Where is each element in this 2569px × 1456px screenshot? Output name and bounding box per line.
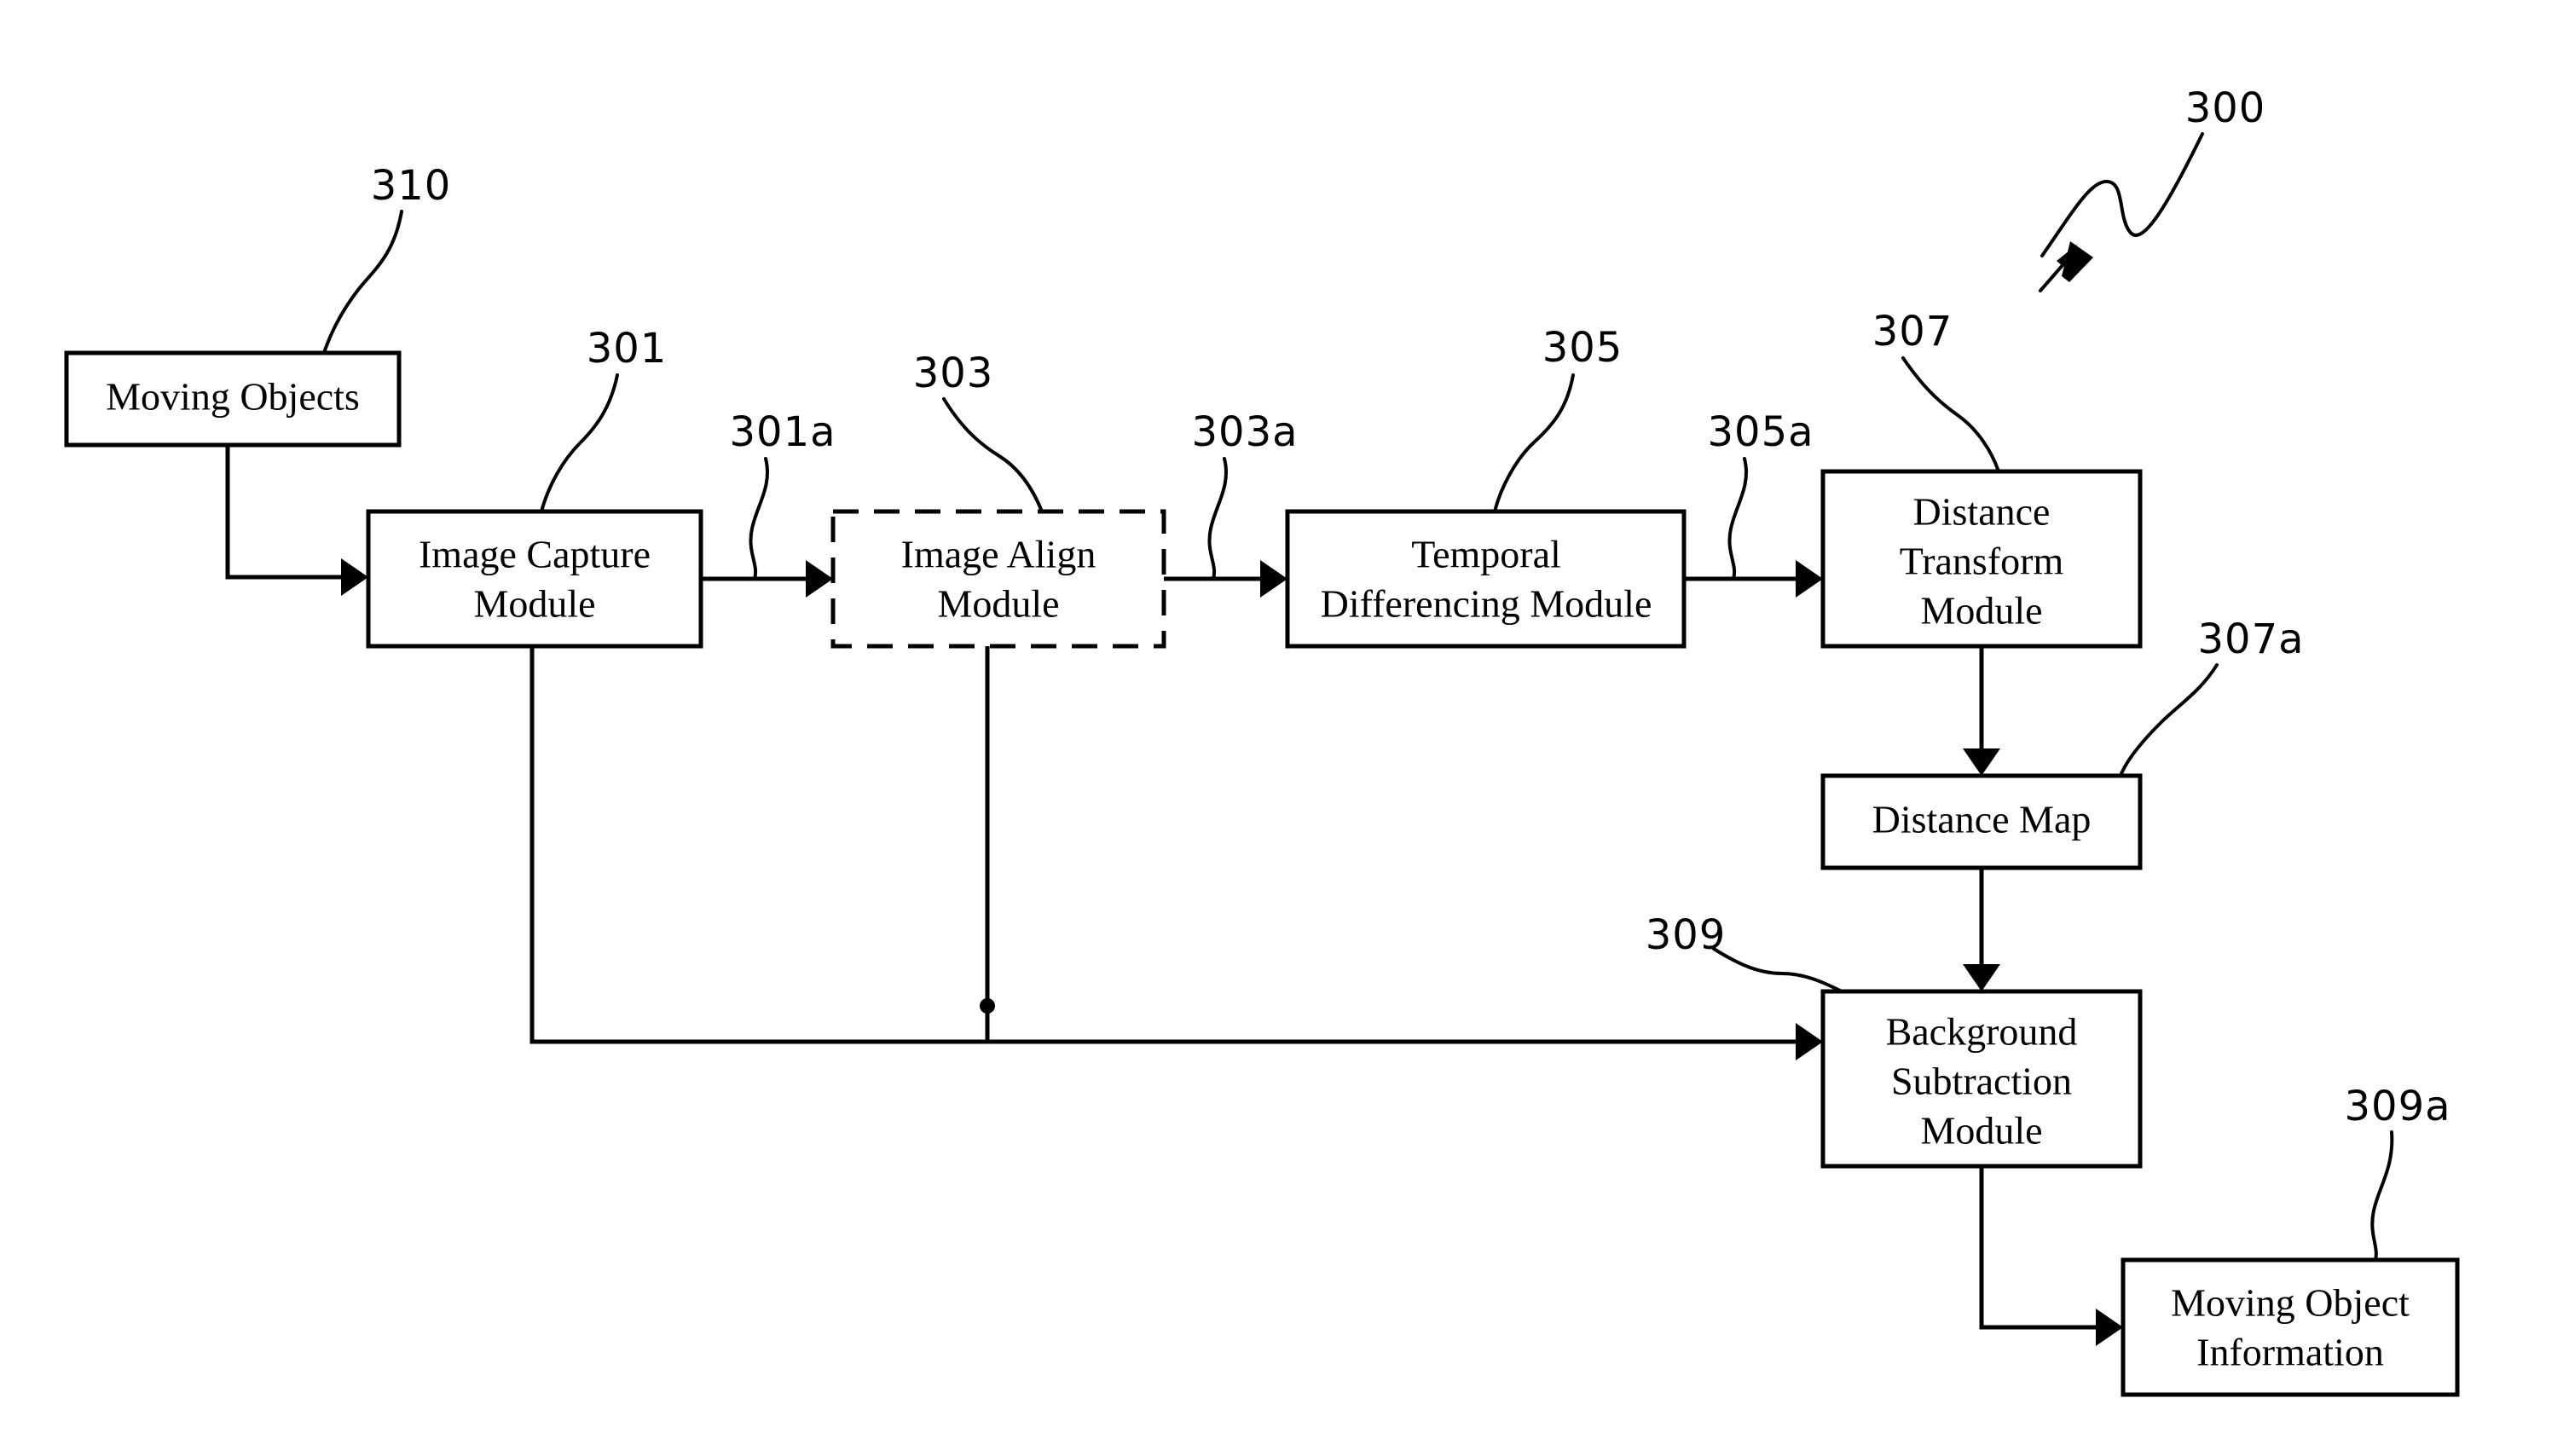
box-distance-transform-module[interactable]: Distance Transform Module xyxy=(1820,469,2143,649)
box-moving-object-information[interactable]: Moving Object Information xyxy=(2121,1257,2460,1397)
reference-number-305: 305 xyxy=(1542,324,1623,372)
connector-moving-objects-to-image-capture xyxy=(225,445,368,596)
box-background-subtraction-module[interactable]: Background Subtraction Module xyxy=(1820,989,2143,1169)
leader-301a xyxy=(749,457,769,581)
reference-number-309: 309 xyxy=(1646,911,1727,959)
box-label-image-capture-line2: Module xyxy=(473,582,595,626)
leader-305 xyxy=(1493,373,1575,513)
box-label-background-subtraction-line1: Background xyxy=(1886,1010,2078,1054)
box-label-image-capture-line1: Image Capture xyxy=(419,533,651,576)
reference-number-303a: 303a xyxy=(1191,408,1298,456)
leader-303a xyxy=(1207,457,1228,581)
box-label-distance-transform-line3: Module xyxy=(1920,589,2042,633)
box-temporal-differencing-module[interactable]: Temporal Differencing Module xyxy=(1285,509,1687,649)
patent-figure: Moving Objects Image Capture Module Imag… xyxy=(0,0,2569,1456)
box-label-temporal-differencing-line1: Temporal xyxy=(1411,533,1561,576)
box-label-moving-object-information-line1: Moving Object xyxy=(2171,1281,2410,1325)
leader-305a xyxy=(1727,457,1748,581)
reference-number-309a: 309a xyxy=(2344,1083,2450,1130)
block-diagram-canvas: Moving Objects Image Capture Module Imag… xyxy=(64,84,2460,1397)
box-label-distance-map: Distance Map xyxy=(1872,798,2092,841)
leader-309 xyxy=(1712,947,1843,993)
leader-300 xyxy=(2039,132,2204,292)
leader-307 xyxy=(1901,356,2000,473)
reference-number-307: 307 xyxy=(1872,308,1953,355)
box-image-align-module[interactable]: Image Align Module xyxy=(830,509,1166,649)
connector-distance-map-to-background-subtraction xyxy=(1963,868,2000,991)
reference-number-307a: 307a xyxy=(2197,615,2304,663)
leader-307a xyxy=(2119,663,2219,777)
box-label-distance-transform-line1: Distance xyxy=(1913,490,2051,534)
reference-number-301: 301 xyxy=(587,325,668,373)
reference-number-301a: 301a xyxy=(729,408,836,456)
box-label-image-align-line1: Image Align xyxy=(901,533,1096,576)
box-label-background-subtraction-line3: Module xyxy=(1920,1109,2042,1153)
box-label-moving-objects: Moving Objects xyxy=(106,375,360,419)
reference-number-305a: 305a xyxy=(1707,408,1814,456)
connector-distance-transform-to-distance-map xyxy=(1963,646,2000,776)
reference-number-300: 300 xyxy=(2185,84,2266,132)
connector-temporal-differencing-to-distance-transform xyxy=(1684,560,1823,598)
box-moving-objects[interactable]: Moving Objects xyxy=(64,350,402,448)
leader-301 xyxy=(540,373,619,513)
reference-number-310: 310 xyxy=(371,162,452,210)
leader-310 xyxy=(322,210,403,355)
reference-number-303: 303 xyxy=(913,350,994,397)
leader-309a xyxy=(2370,1130,2394,1262)
leader-303 xyxy=(942,397,1044,513)
box-label-image-align-line2: Module xyxy=(937,582,1059,626)
box-label-moving-object-information-line2: Information xyxy=(2196,1331,2384,1374)
connector-image-align-tap xyxy=(980,646,995,1042)
connector-image-capture-to-background-subtraction xyxy=(529,646,1823,1060)
box-label-distance-transform-line2: Transform xyxy=(1900,540,2064,583)
connector-image-capture-to-image-align xyxy=(701,560,833,598)
connector-background-subtraction-to-moving-object-information xyxy=(1979,1166,2123,1346)
box-distance-map[interactable]: Distance Map xyxy=(1820,773,2143,870)
box-label-background-subtraction-line2: Subtraction xyxy=(1891,1060,2072,1103)
box-image-capture-module[interactable]: Image Capture Module xyxy=(366,509,703,649)
connector-image-align-to-temporal-differencing xyxy=(1164,560,1287,598)
box-label-temporal-differencing-line2: Differencing Module xyxy=(1321,582,1652,626)
